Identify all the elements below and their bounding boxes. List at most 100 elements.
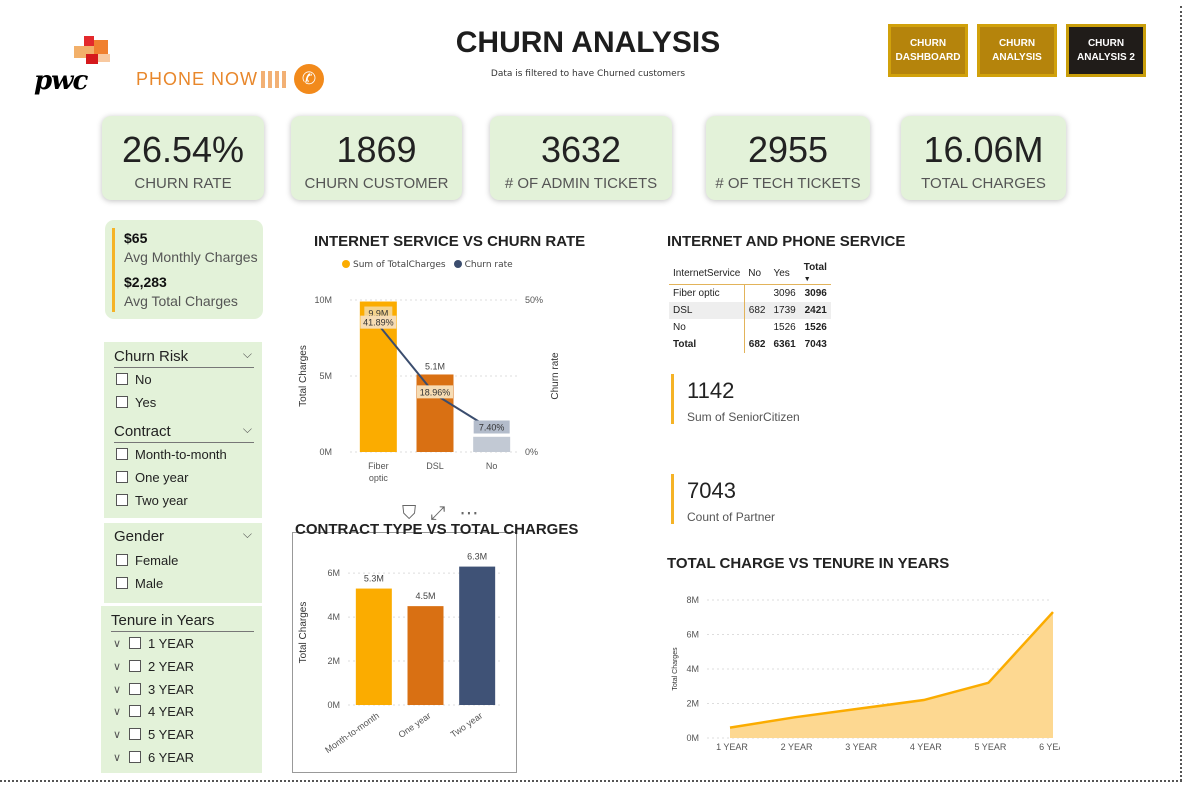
table-row: No 1526 1526 bbox=[669, 318, 831, 336]
avg-charges-card: $65 Avg Monthly Charges $2,283 Avg Total… bbox=[105, 220, 263, 319]
checkbox[interactable] bbox=[129, 683, 141, 695]
internet-service-chart-title: INTERNET SERVICE VS CHURN RATE bbox=[314, 233, 586, 250]
legend-dot bbox=[342, 260, 350, 268]
slicer-title: Tenure in Years bbox=[111, 612, 215, 629]
option-label: 5 YEAR bbox=[148, 726, 195, 742]
stat-label: Sum of SeniorCitizen bbox=[687, 410, 800, 424]
chevron-down-icon[interactable]: ⌵ bbox=[243, 422, 252, 437]
x-tick-label: optic bbox=[369, 473, 389, 483]
dashboard-page: pwc PHONE NOW ✆ CHURN ANALYSIS Data is f… bbox=[0, 0, 1189, 789]
phone-icon: ✆ bbox=[294, 64, 325, 94]
stat-value: 1142 bbox=[687, 378, 735, 403]
y-tick-label: 2M bbox=[686, 699, 699, 709]
accent-bar bbox=[671, 374, 674, 424]
internet-service-churn-chart[interactable]: 0M 5M 10M 0% 50% Total Charges Churn rate Fiber… bbox=[290, 280, 580, 495]
checkbox[interactable] bbox=[129, 751, 141, 763]
checkbox[interactable] bbox=[116, 396, 128, 408]
y-tick-label: 0M bbox=[686, 733, 699, 743]
expand-chevron-icon[interactable]: ∨ bbox=[113, 660, 125, 673]
page-title: CHURN ANALYSIS bbox=[455, 26, 721, 59]
y-axis-label: Total Charges bbox=[298, 602, 309, 664]
matrix-header[interactable]: No bbox=[744, 262, 769, 285]
checkbox[interactable] bbox=[116, 448, 128, 460]
bar bbox=[473, 436, 511, 452]
table-cell: 2421 bbox=[799, 301, 831, 319]
data-label: 5.3M bbox=[364, 574, 384, 584]
contract-option-one-year[interactable]: One year bbox=[116, 468, 188, 486]
contract-slicer-header[interactable]: Contract ⌵ bbox=[114, 422, 254, 443]
gender-option-male[interactable]: Male bbox=[116, 574, 163, 592]
table-row: Fiber optic 3096 3096 bbox=[669, 284, 831, 302]
contract-type-charges-chart[interactable]: 0M 2M 4M 6M Total Charges 5.3M Month-to-month 4… bbox=[293, 540, 516, 772]
internet-phone-table-title: INTERNET AND PHONE SERVICE bbox=[667, 233, 906, 250]
table-cell: 3096 bbox=[799, 284, 831, 302]
y-tick-label: 10M bbox=[314, 295, 332, 305]
contract-option-two-year[interactable]: Two year bbox=[116, 491, 188, 509]
checkbox[interactable] bbox=[129, 637, 141, 649]
table-cell: 7043 bbox=[804, 338, 827, 350]
tenure-option-6-year[interactable]: ∨ 6 YEAR bbox=[113, 748, 194, 766]
kpi-value: 26.54% bbox=[121, 129, 245, 170]
table-cell: 1739 bbox=[769, 301, 800, 319]
chevron-down-icon[interactable]: ⌵ bbox=[243, 347, 252, 362]
tenure-option-1-year[interactable]: ∨ 1 YEAR bbox=[113, 634, 194, 652]
gender-option-female[interactable]: Female bbox=[116, 551, 178, 569]
tenure-chart-title: TOTAL CHARGE VS TENURE IN YEARS bbox=[667, 555, 950, 572]
checkbox[interactable] bbox=[116, 494, 128, 506]
y-axis-label: Total Charges bbox=[672, 647, 679, 691]
matrix-header[interactable]: Yes bbox=[769, 262, 799, 285]
tenure-option-4-year[interactable]: ∨ 4 YEAR bbox=[113, 702, 194, 720]
kpi-label: CHURN CUSTOMER bbox=[304, 175, 449, 192]
matrix-header[interactable]: InternetService bbox=[669, 262, 744, 285]
table-cell: Total bbox=[673, 338, 697, 350]
option-label: 4 YEAR bbox=[148, 703, 195, 719]
churn-risk-option-yes[interactable]: Yes bbox=[116, 393, 156, 411]
option-label: Male bbox=[135, 575, 164, 591]
bar bbox=[407, 606, 444, 705]
expand-chevron-icon[interactable]: ∨ bbox=[113, 728, 125, 741]
gender-slicer-header[interactable]: Gender ⌵ bbox=[114, 527, 254, 548]
internet-phone-matrix: InternetService No Yes Total ▼ Fiber opti… bbox=[669, 262, 831, 353]
y-tick-label: 4M bbox=[327, 612, 340, 622]
kpi-label: CHURN RATE bbox=[134, 175, 232, 192]
churn-risk-option-no[interactable]: No bbox=[116, 370, 152, 388]
nav-churn-analysis-button[interactable]: CHURN ANALYSIS bbox=[977, 24, 1057, 77]
chevron-down-icon[interactable]: ⌵ bbox=[243, 527, 252, 542]
matrix-header-total[interactable]: Total ▼ bbox=[800, 262, 831, 285]
checkbox[interactable] bbox=[116, 373, 128, 385]
expand-chevron-icon[interactable]: ∨ bbox=[113, 751, 125, 764]
nav-churn-analysis-2-button[interactable]: CHURN ANALYSIS 2 bbox=[1066, 24, 1146, 77]
expand-chevron-icon[interactable]: ∨ bbox=[113, 637, 125, 650]
avg-monthly-label: Avg Monthly Charges bbox=[124, 249, 258, 265]
option-label: Female bbox=[135, 552, 179, 568]
nav-churn-dashboard-button[interactable]: CHURN DASHBOARD bbox=[888, 24, 968, 77]
kpi-label: # OF TECH TICKETS bbox=[715, 175, 861, 192]
data-label: 41.89% bbox=[363, 318, 394, 328]
legend-item-churn-rate: Churn rate bbox=[453, 260, 513, 270]
checkbox[interactable] bbox=[129, 660, 141, 672]
sort-icon[interactable]: ▼ bbox=[804, 276, 811, 283]
checkbox[interactable] bbox=[116, 577, 128, 589]
tenure-charges-area-chart[interactable]: 0M 2M 4M 6M 8M Total Charges 1 YEAR 2 YEAR 3 YEA… bbox=[665, 585, 1060, 760]
contract-option-month-to-month[interactable]: Month-to-month bbox=[116, 445, 227, 463]
chart-legend: Sum of TotalCharges Churn rate bbox=[342, 260, 513, 270]
checkbox[interactable] bbox=[116, 554, 128, 566]
y2-axis-label: Churn rate bbox=[550, 352, 561, 400]
checkbox[interactable] bbox=[116, 471, 128, 483]
data-label: 5.1M bbox=[425, 361, 445, 371]
y2-tick-label: 50% bbox=[525, 295, 543, 305]
tenure-option-2-year[interactable]: ∨ 2 YEAR bbox=[113, 657, 194, 675]
x-tick-label: DSL bbox=[426, 461, 444, 471]
senior-citizen-stat: 1142 Sum of SeniorCitizen bbox=[671, 374, 871, 424]
tenure-slicer-header[interactable]: Tenure in Years bbox=[111, 612, 254, 632]
data-label: 7.40% bbox=[479, 423, 505, 433]
checkbox[interactable] bbox=[129, 728, 141, 740]
checkbox[interactable] bbox=[129, 705, 141, 717]
expand-chevron-icon[interactable]: ∨ bbox=[113, 705, 125, 718]
slicer-title: Gender bbox=[114, 528, 165, 545]
logo-text: pwc bbox=[34, 66, 88, 96]
tenure-option-3-year[interactable]: ∨ 3 YEAR bbox=[113, 680, 194, 698]
expand-chevron-icon[interactable]: ∨ bbox=[113, 683, 125, 696]
churn-risk-slicer-header[interactable]: Churn Risk ⌵ bbox=[114, 347, 254, 368]
tenure-option-5-year[interactable]: ∨ 5 YEAR bbox=[113, 725, 194, 743]
